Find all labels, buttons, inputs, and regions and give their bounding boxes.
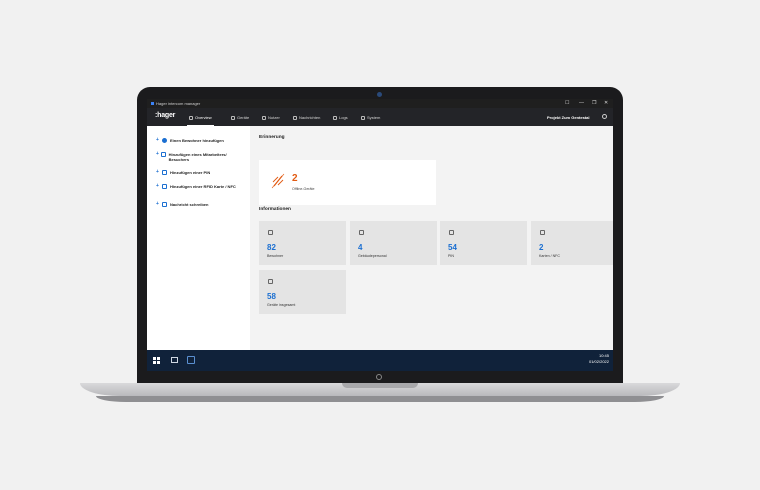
tab-overview[interactable]: Overview [187, 113, 214, 126]
device-icon [231, 115, 235, 120]
trackpad-notch [342, 383, 418, 388]
card-value: 58 [267, 292, 276, 301]
pin-icon [162, 170, 167, 175]
taskbar-clock[interactable]: 10:45 01/02/2022 [589, 353, 609, 365]
user-icon [162, 138, 167, 143]
system-icon [361, 115, 365, 120]
home-icon [189, 115, 193, 120]
tab-logs[interactable]: Logs [333, 113, 348, 122]
message-icon [293, 115, 297, 120]
card-value: 4 [358, 243, 363, 252]
window-title: Hager intercom manager [156, 101, 201, 106]
screen: Hager intercom manager ☐ — ❐ ✕ :hager Ov… [147, 99, 613, 371]
tab-messages[interactable]: Nachrichten [293, 113, 320, 122]
tab-devices[interactable]: Geräte [231, 113, 249, 122]
card-label: Gebäudepersonal [358, 254, 387, 258]
laptop-base [80, 383, 680, 396]
sidebar-item-add-rfid[interactable]: + Hinzufügen einer RFID Karte / NFC [156, 184, 240, 189]
sidebar-item-label: Hinzufügen einer RFID Karte / NFC [170, 184, 236, 189]
project-name[interactable]: Projekt Zum Gentestal [547, 115, 589, 120]
tab-users[interactable]: Nutzer [262, 113, 280, 122]
users-icon [262, 115, 266, 120]
task-view-icon[interactable] [171, 357, 178, 363]
tab-system-label: System [367, 115, 381, 120]
info-card-nfc[interactable]: 2 Karten / NFC [531, 221, 613, 265]
card-label: Bewohner [267, 254, 284, 258]
user-icon [268, 230, 273, 235]
sidebar-item-add-pin[interactable]: + Hinzufügen einer PIN [156, 170, 210, 175]
card-label: Karten / NFC [539, 254, 560, 258]
card-value: 54 [448, 243, 457, 252]
hager-logo: :hager [155, 112, 176, 119]
card-label: PIN [448, 254, 454, 258]
camera-icon [377, 92, 382, 97]
clock-date: 01/02/2022 [588, 359, 609, 364]
offline-devices-card[interactable]: 2 Offline-Geräte [259, 160, 436, 205]
windows-taskbar: 10:45 01/02/2022 [147, 350, 613, 371]
tab-logs-label: Logs [339, 115, 348, 120]
log-icon [333, 115, 337, 120]
sidebar-item-label: Hinzufügen einer PIN [170, 170, 211, 175]
windows-start-icon[interactable] [153, 357, 160, 364]
tab-devices-label: Geräte [237, 115, 250, 120]
tab-users-label: Nutzer [268, 115, 280, 120]
pin-icon [449, 230, 454, 235]
info-title: Informationen [259, 207, 291, 212]
offline-devices-label: Offline-Geräte [292, 187, 315, 191]
top-navigation: :hager Overview Geräte Nutzer Nachrichte… [147, 108, 613, 126]
sidebar-item-write-message[interactable]: + Nachricht schreiben [156, 202, 208, 207]
restore-icon[interactable]: ☐ [565, 100, 569, 106]
sidebar-item-label: Nachricht schreiben [170, 202, 209, 207]
card-value: 2 [539, 243, 544, 252]
app-icon [151, 102, 154, 105]
logout-icon[interactable] [602, 114, 607, 119]
info-card-devices[interactable]: 58 Geräte insgesamt [259, 270, 346, 314]
sidebar-item-add-resident[interactable]: + Einen Bewohner hinzufügen [156, 138, 224, 143]
card-icon [162, 184, 167, 189]
device-icon [268, 279, 273, 284]
offline-devices-count: 2 [292, 173, 298, 184]
message-icon [162, 202, 167, 207]
card-icon [540, 230, 545, 235]
info-card-pin[interactable]: 54 PIN [440, 221, 527, 265]
hager-app-taskbar-icon[interactable] [187, 356, 195, 364]
sidebar-item-label: Einen Bewohner hinzufügen [170, 138, 224, 143]
staff-icon [359, 230, 364, 235]
tab-overview-label: Overview [195, 115, 212, 120]
info-card-staff[interactable]: 4 Gebäudepersonal [350, 221, 437, 265]
window-titlebar: Hager intercom manager ☐ — ❐ ✕ [147, 99, 613, 108]
offline-device-icon [271, 173, 285, 189]
card-label: Geräte insgesamt [267, 303, 296, 307]
power-button-icon [376, 374, 382, 380]
close-button[interactable]: ✕ [604, 100, 608, 106]
tab-messages-label: Nachrichten [299, 115, 321, 120]
laptop-lid: Hager intercom manager ☐ — ❐ ✕ :hager Ov… [137, 87, 623, 383]
tab-system[interactable]: System [361, 113, 380, 122]
laptop-base-shadow [96, 396, 664, 402]
sidebar-item-add-staff[interactable]: + Hinzufügen eines Mitarbeiters/ Besuche… [156, 152, 236, 163]
info-card-residents[interactable]: 82 Bewohner [259, 221, 346, 265]
reminder-title: Erinnerung [259, 135, 285, 140]
users-icon [161, 152, 166, 157]
quick-actions-sidebar: + Einen Bewohner hinzufügen + Hinzufügen… [147, 126, 250, 350]
maximize-button[interactable]: ❐ [592, 100, 596, 106]
card-value: 82 [267, 243, 276, 252]
minimize-button[interactable]: — [579, 100, 584, 106]
sidebar-item-label: Hinzufügen eines Mitarbeiters/ Besuchers [168, 152, 227, 162]
